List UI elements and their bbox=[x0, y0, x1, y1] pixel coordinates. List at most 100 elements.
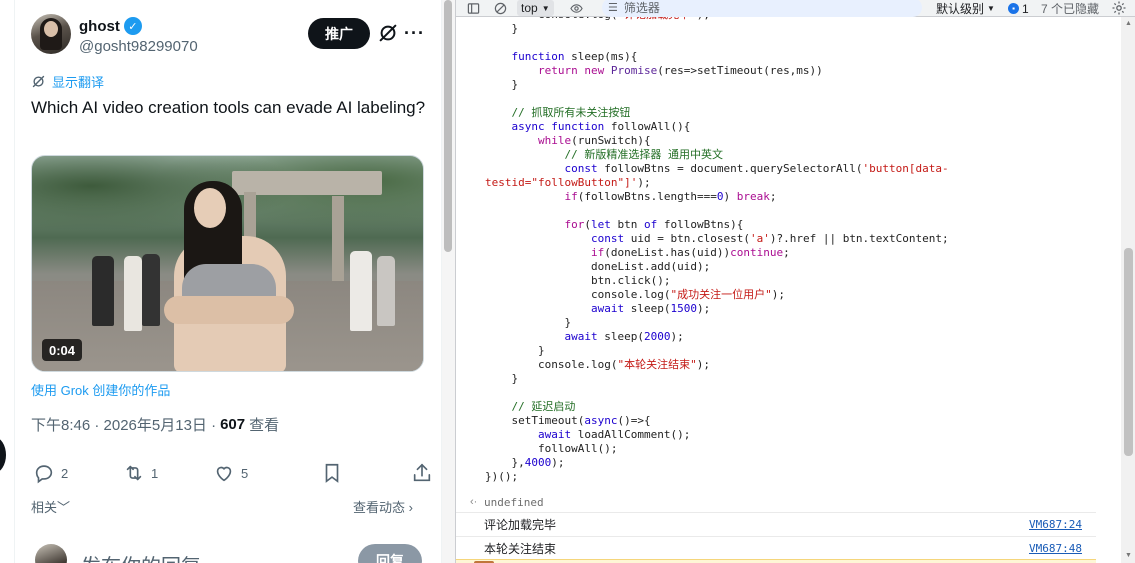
code-line: console.log("评论加载完毕"); bbox=[538, 17, 710, 22]
code-line: function sleep(ms){ bbox=[511, 50, 638, 63]
tweet-text: Which AI video creation tools can evade … bbox=[31, 98, 426, 117]
tweet-timestamp[interactable]: 下午8:46 · 2026年5月13日 · bbox=[31, 414, 216, 435]
repost-icon bbox=[126, 465, 142, 481]
reply-icon bbox=[35, 465, 53, 484]
log-message: 本轮关注结束 bbox=[484, 542, 557, 556]
page-scrollbar-thumb[interactable] bbox=[444, 0, 452, 252]
code-line: btn.click(); bbox=[591, 274, 671, 287]
context-selector[interactable]: top ▼ bbox=[517, 0, 554, 16]
like-action[interactable]: 5 bbox=[213, 462, 248, 484]
filter-icon: ☰ bbox=[608, 2, 618, 14]
code-line: })(); bbox=[485, 470, 519, 483]
promote-button[interactable]: 推广 bbox=[308, 18, 370, 49]
console-output: ‹· undefined 评论加载完毕 VM687:24 本轮关注结束 VM68… bbox=[456, 492, 1121, 563]
code-line: for(let btn of followBtns){ bbox=[564, 218, 744, 231]
code-line: if(doneList.has(uid))continue; bbox=[591, 246, 790, 259]
gear-icon[interactable] bbox=[1111, 0, 1128, 17]
related-dropdown[interactable]: 相关﹀ bbox=[31, 497, 70, 516]
view-count: 607 bbox=[220, 416, 246, 433]
result-arrow-icon: ‹· bbox=[470, 496, 478, 508]
grok-translate-icon bbox=[31, 74, 46, 89]
log-source-link[interactable]: VM687:24 bbox=[1029, 518, 1082, 531]
filter-placeholder: 筛选器 bbox=[623, 1, 660, 15]
video-duration-badge: 0:04 bbox=[42, 339, 83, 361]
log-message: 评论加载完毕 bbox=[484, 518, 557, 532]
code-line: await loadAllComment(); bbox=[538, 428, 691, 441]
code-line: console.log("本轮关注结束"); bbox=[538, 358, 710, 371]
display-name[interactable]: ghost bbox=[79, 18, 120, 35]
console-log-row: 评论加载完毕 VM687:24 bbox=[456, 512, 1096, 536]
console-input-echo[interactable]: console.log("评论加载完毕");} function sleep(ms… bbox=[456, 17, 1121, 492]
tweet-detail: ghost ✓ @gosht98299070 推广 ··· 显示翻译 Which… bbox=[14, 0, 442, 563]
issues-counter[interactable]: ▪ 1 bbox=[1008, 0, 1029, 17]
avatar[interactable] bbox=[31, 14, 71, 54]
console-log-row: 本轮关注结束 VM687:48 bbox=[456, 536, 1096, 560]
grok-caption-link[interactable]: 使用 Grok 创建你的作品 bbox=[31, 380, 170, 399]
like-count: 5 bbox=[241, 465, 249, 481]
author-handle[interactable]: @gosht98299070 bbox=[79, 38, 198, 55]
clear-console-icon[interactable] bbox=[491, 0, 509, 17]
code-line: doneList.add(uid); bbox=[591, 260, 711, 273]
tweet-meta: 下午8:46 · 2026年5月13日 · 607 查看 bbox=[31, 414, 279, 435]
code-line: // 新版精准选择器 通用中英文 bbox=[564, 148, 724, 161]
bookmark-icon bbox=[325, 463, 339, 483]
code-line: },4000); bbox=[511, 456, 565, 469]
chevron-down-icon: ﹀ bbox=[57, 500, 71, 515]
code-line: } bbox=[538, 344, 545, 357]
code-line: console.log("成功关注一位用户"); bbox=[591, 288, 785, 301]
warning-row bbox=[456, 559, 1096, 563]
code-line: followAll(); bbox=[538, 442, 618, 455]
grok-icon[interactable] bbox=[377, 22, 399, 44]
log-level-selector[interactable]: 默认级别 ▼ bbox=[936, 0, 995, 17]
related-label: 相关 bbox=[31, 500, 58, 515]
dropdown-arrow-icon: ▼ bbox=[541, 3, 550, 13]
code-line: const followBtns = document.querySelecto… bbox=[564, 162, 949, 175]
scroll-down-icon[interactable]: ▼ bbox=[1124, 552, 1133, 560]
share-action[interactable] bbox=[411, 462, 433, 484]
code-line: } bbox=[511, 22, 519, 35]
eye-icon[interactable] bbox=[567, 0, 585, 17]
view-activity-link[interactable]: 查看动态 › bbox=[353, 497, 413, 516]
code-line: } bbox=[511, 372, 519, 385]
share-icon bbox=[413, 463, 431, 482]
show-translation-link[interactable]: 显示翻译 bbox=[52, 72, 104, 91]
views-label: 查看 bbox=[249, 417, 280, 434]
tweet-panel: ghost ✓ @gosht98299070 推广 ··· 显示翻译 Which… bbox=[0, 0, 455, 563]
activity-label: 查看动态 bbox=[353, 500, 406, 515]
code-line: await sleep(1500); bbox=[591, 302, 711, 315]
code-line: const uid = btn.closest('a')?.href || bt… bbox=[591, 232, 949, 245]
code-line: return new Promise(res=>setTimeout(res,m… bbox=[538, 64, 823, 77]
repost-count: 1 bbox=[151, 465, 159, 481]
repost-action[interactable]: 1 bbox=[123, 462, 158, 484]
translate-row[interactable]: 显示翻译 bbox=[31, 72, 104, 91]
console-toolbar: top ▼ ☰ 筛选器 默认级别 ▼ ▪ 1 7 个已隐藏 bbox=[456, 0, 1135, 17]
code-line: while(runSwitch){ bbox=[538, 134, 651, 147]
code-line: setTimeout(async()=>{ bbox=[511, 414, 651, 427]
tweet-actions: 2 1 5 bbox=[31, 462, 431, 486]
code-line: async function followAll(){ bbox=[511, 120, 691, 133]
devtools-console: top ▼ ☰ 筛选器 默认级别 ▼ ▪ 1 7 个已隐藏 console.lo… bbox=[455, 0, 1135, 563]
scroll-up-icon[interactable]: ▲ bbox=[1124, 20, 1133, 28]
video-player[interactable]: 0:04 bbox=[31, 155, 424, 372]
sidebar-toggle-icon[interactable] bbox=[464, 0, 482, 17]
bookmark-action[interactable] bbox=[321, 462, 343, 484]
floating-bubble[interactable] bbox=[0, 437, 6, 473]
hidden-messages-count: 7 个已隐藏 bbox=[1041, 2, 1100, 16]
reply-input[interactable]: 发布你的回复 bbox=[81, 550, 201, 563]
log-source-link[interactable]: VM687:48 bbox=[1029, 542, 1082, 555]
reply-action[interactable]: 2 bbox=[33, 462, 68, 484]
reply-composer: 发布你的回复 回复 bbox=[31, 540, 431, 563]
log-level-label: 默认级别 bbox=[936, 2, 985, 16]
chevron-right-icon: › bbox=[405, 500, 413, 515]
issue-icon: ▪ bbox=[1008, 3, 1019, 14]
code-line: } bbox=[511, 78, 519, 91]
reply-button[interactable]: 回复 bbox=[358, 544, 422, 563]
eval-result-value: undefined bbox=[484, 495, 544, 509]
verified-badge-icon: ✓ bbox=[123, 17, 142, 35]
dropdown-arrow-icon: ▼ bbox=[987, 4, 995, 13]
issues-count: 1 bbox=[1022, 1, 1029, 16]
console-scrollbar-thumb[interactable] bbox=[1124, 248, 1133, 456]
more-options-icon[interactable]: ··· bbox=[404, 22, 424, 44]
filter-input[interactable]: ☰ 筛选器 bbox=[602, 0, 922, 17]
reply-count: 2 bbox=[61, 465, 69, 481]
